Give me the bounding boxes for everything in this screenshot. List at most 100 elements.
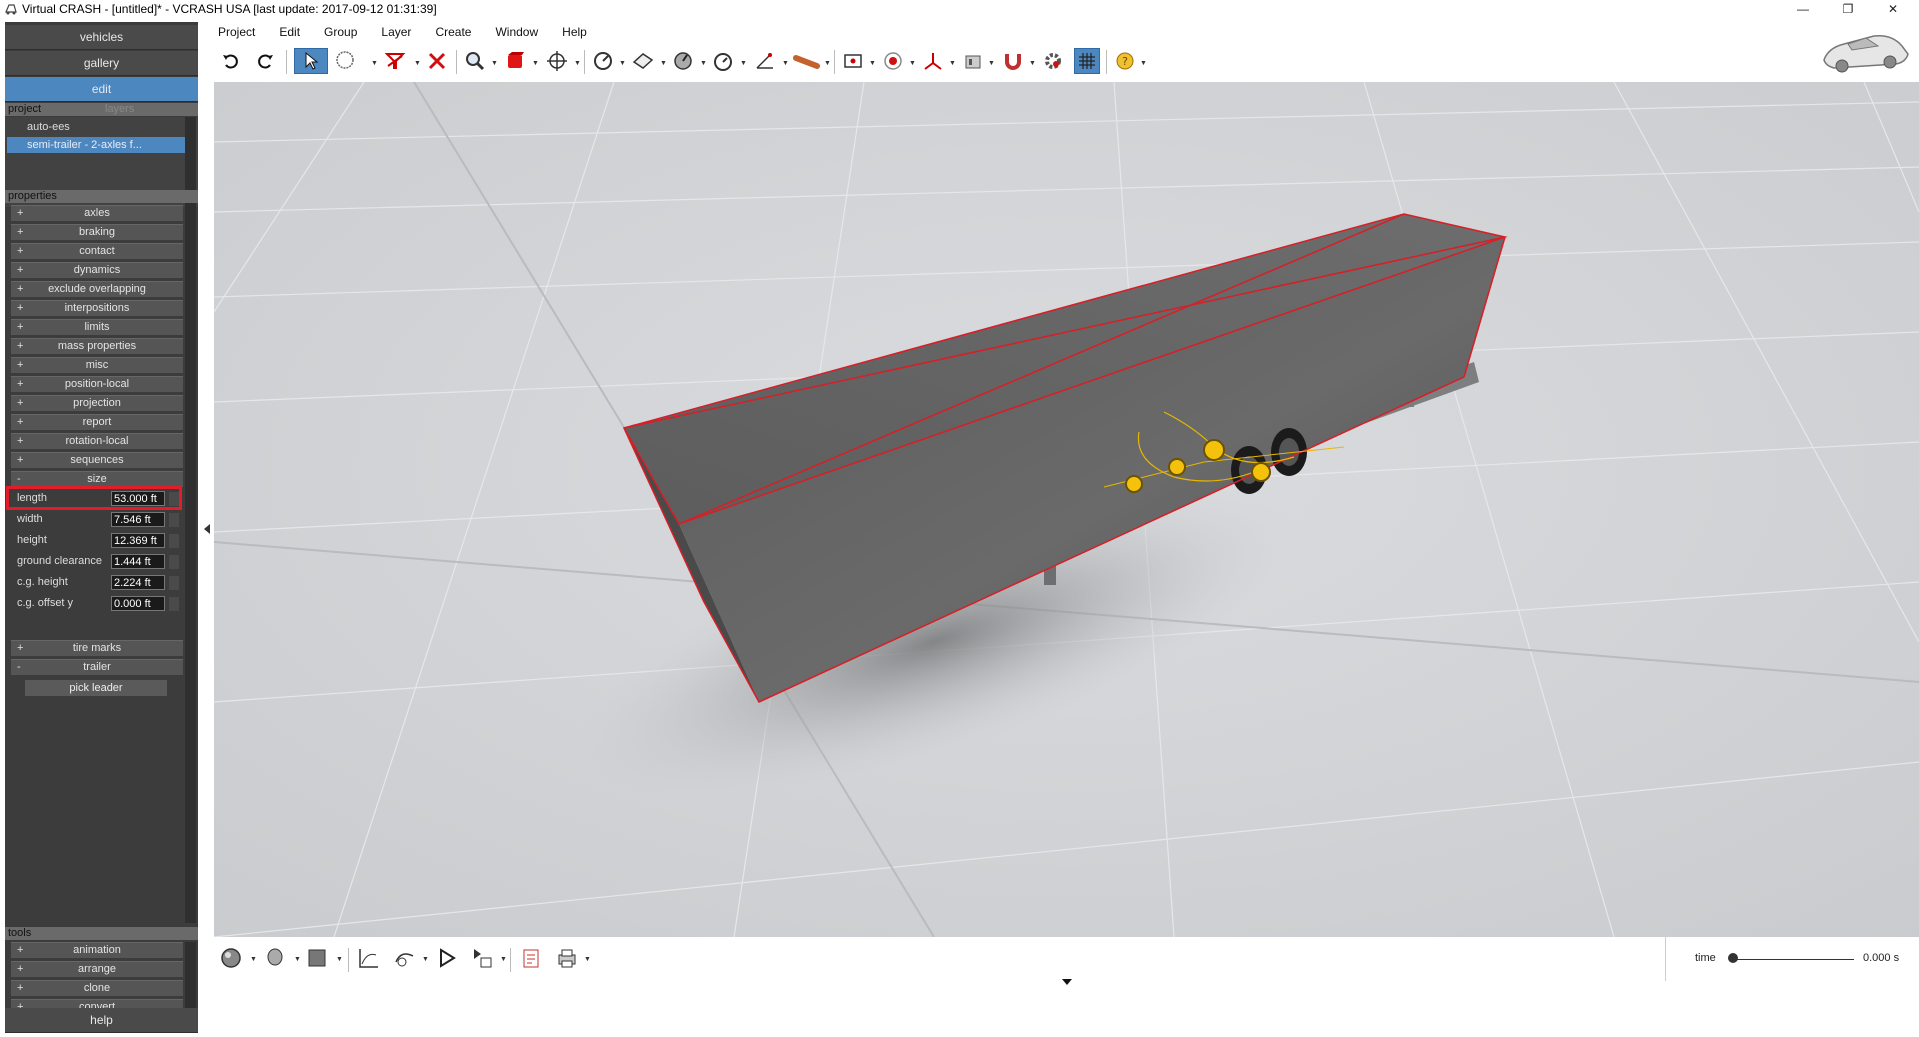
size-field-width: width 7.546 ft [11,510,183,530]
tool-arrange[interactable]: + arrange [11,961,183,977]
prop-group-sequences[interactable]: + sequences [11,452,183,468]
sphere-gauge-icon[interactable] [670,48,696,74]
delete-icon[interactable] [424,48,450,74]
time-slider-area: time 0.000 s [1665,937,1919,981]
help-button[interactable]: help [5,1008,198,1033]
prop-group-rotation-local[interactable]: + rotation-local [11,433,183,449]
ruler-icon[interactable] [792,48,822,74]
collapse-panel-icon[interactable] [204,524,210,534]
time-slider-knob[interactable] [1728,953,1738,963]
pick-leader-button[interactable]: pick leader [25,680,167,696]
select-pointer-icon[interactable] [294,48,328,74]
print-icon[interactable] [554,944,580,972]
plane-icon[interactable] [630,48,656,74]
graph-icon[interactable] [356,944,382,972]
close-button[interactable]: ✕ [1873,0,1913,18]
time-label: time [1695,952,1716,964]
prop-group-projection[interactable]: + projection [11,395,183,411]
undo-icon[interactable] [218,48,244,74]
prop-group-braking[interactable]: + braking [11,224,183,240]
redo-icon[interactable] [252,48,278,74]
head-icon[interactable] [262,944,288,972]
cg-offset-y-spinner[interactable] [169,597,179,611]
menu-group[interactable]: Group [312,22,369,42]
trajectory-icon[interactable] [392,944,418,972]
camera-icon[interactable] [840,48,866,74]
highlight-box [6,486,182,510]
menu-help[interactable]: Help [550,22,599,42]
bottom-toolbar: ▼ ▼ ▼ ▼ ▼ ▼ [206,940,1919,980]
edit-button[interactable]: edit [5,77,198,102]
gallery-button[interactable]: gallery [5,51,198,76]
prop-group-size[interactable]: - size [11,471,183,487]
list-item[interactable]: semi-trailer - 2-axles f... [7,137,185,153]
size-field-ground-clearance: ground clearance 1.444 ft [11,552,183,572]
prop-group-report[interactable]: + report [11,414,183,430]
prop-group-limits[interactable]: + limits [11,319,183,335]
prop-group-interpositions[interactable]: + interpositions [11,300,183,316]
zoom-icon[interactable] [462,48,488,74]
prop-group-axles[interactable]: + axles [11,205,183,221]
menu-window[interactable]: Window [483,22,550,42]
properties-scrollbar[interactable] [185,205,196,923]
list-item[interactable]: auto-ees [7,119,150,135]
cube-create-icon[interactable] [502,48,528,74]
ground-clearance-input[interactable]: 1.444 ft [111,554,165,569]
gauge-icon[interactable] [590,48,616,74]
minimize-button[interactable]: — [1783,0,1823,18]
lasso-select-icon[interactable] [332,48,358,74]
report-icon[interactable] [518,944,544,972]
tool-animation[interactable]: + animation [11,942,183,958]
stopwatch-icon[interactable] [710,48,736,74]
grid-icon[interactable] [1074,48,1100,74]
target-icon[interactable] [880,48,906,74]
chart-panel-icon[interactable] [960,48,986,74]
expand-timeline-icon[interactable] [1062,979,1072,985]
prop-group-tire-marks[interactable]: + tire marks [11,640,183,656]
height-spinner[interactable] [169,534,179,548]
width-input[interactable]: 7.546 ft [111,512,165,527]
menu-bar: Project Edit Group Layer Create Window H… [206,22,599,42]
toolbar: ▼ ▼ ▼ ▼ ▼ ▼ ▼ ▼ ▼ ▼ ▼ ▼ ▼ ▼ ▼ ▼ ? ▼ [206,46,1919,78]
color-swatch-icon[interactable] [304,944,330,972]
prop-group-exclude-overlapping[interactable]: + exclude overlapping [11,281,183,297]
help-question-icon[interactable]: ? [1112,48,1138,74]
shading-sphere-icon[interactable] [218,944,244,972]
prop-group-misc[interactable]: + misc [11,357,183,373]
restore-button[interactable]: ❐ [1828,0,1868,18]
time-slider-track[interactable] [1734,959,1854,960]
menu-create[interactable]: Create [423,22,483,42]
prop-group-trailer[interactable]: - trailer [11,659,183,675]
cg-height-spinner[interactable] [169,576,179,590]
menu-project[interactable]: Project [206,22,267,42]
measure-angle-icon[interactable] [752,48,778,74]
prop-group-position-local[interactable]: + position-local [11,376,183,392]
prop-group-dynamics[interactable]: + dynamics [11,262,183,278]
cg-offset-y-input[interactable]: 0.000 ft [111,596,165,611]
menu-edit[interactable]: Edit [267,22,312,42]
prop-group-mass-properties[interactable]: + mass properties [11,338,183,354]
tab-layers[interactable]: layers [105,103,134,116]
title-bar: Virtual CRASH - [untitled]* - VCRASH USA… [0,0,1919,18]
ground-clearance-spinner[interactable] [169,555,179,569]
width-spinner[interactable] [169,513,179,527]
gear-icon[interactable] [1040,48,1066,74]
cg-height-input[interactable]: 2.224 ft [111,575,165,590]
move-crosshair-icon[interactable] [544,48,570,74]
window-title: Virtual CRASH - [untitled]* - VCRASH USA… [22,2,437,16]
vehicles-button[interactable]: vehicles [5,25,198,50]
tool-clone[interactable]: + clone [11,980,183,996]
prop-group-contact[interactable]: + contact [11,243,183,259]
menu-layer[interactable]: Layer [369,22,423,42]
step-list-icon[interactable] [470,944,496,972]
axis-icon[interactable] [920,48,946,74]
play-icon[interactable] [434,944,460,972]
filter-icon[interactable] [382,48,408,74]
height-input[interactable]: 12.369 ft [111,533,165,548]
magnet-icon[interactable] [1000,48,1026,74]
3d-viewport[interactable] [214,82,1919,937]
time-value: 0.000 s [1863,952,1900,964]
tools-scrollbar[interactable] [185,942,196,1016]
tab-project[interactable]: project [8,103,41,116]
scene-canvas[interactable] [214,82,1919,937]
